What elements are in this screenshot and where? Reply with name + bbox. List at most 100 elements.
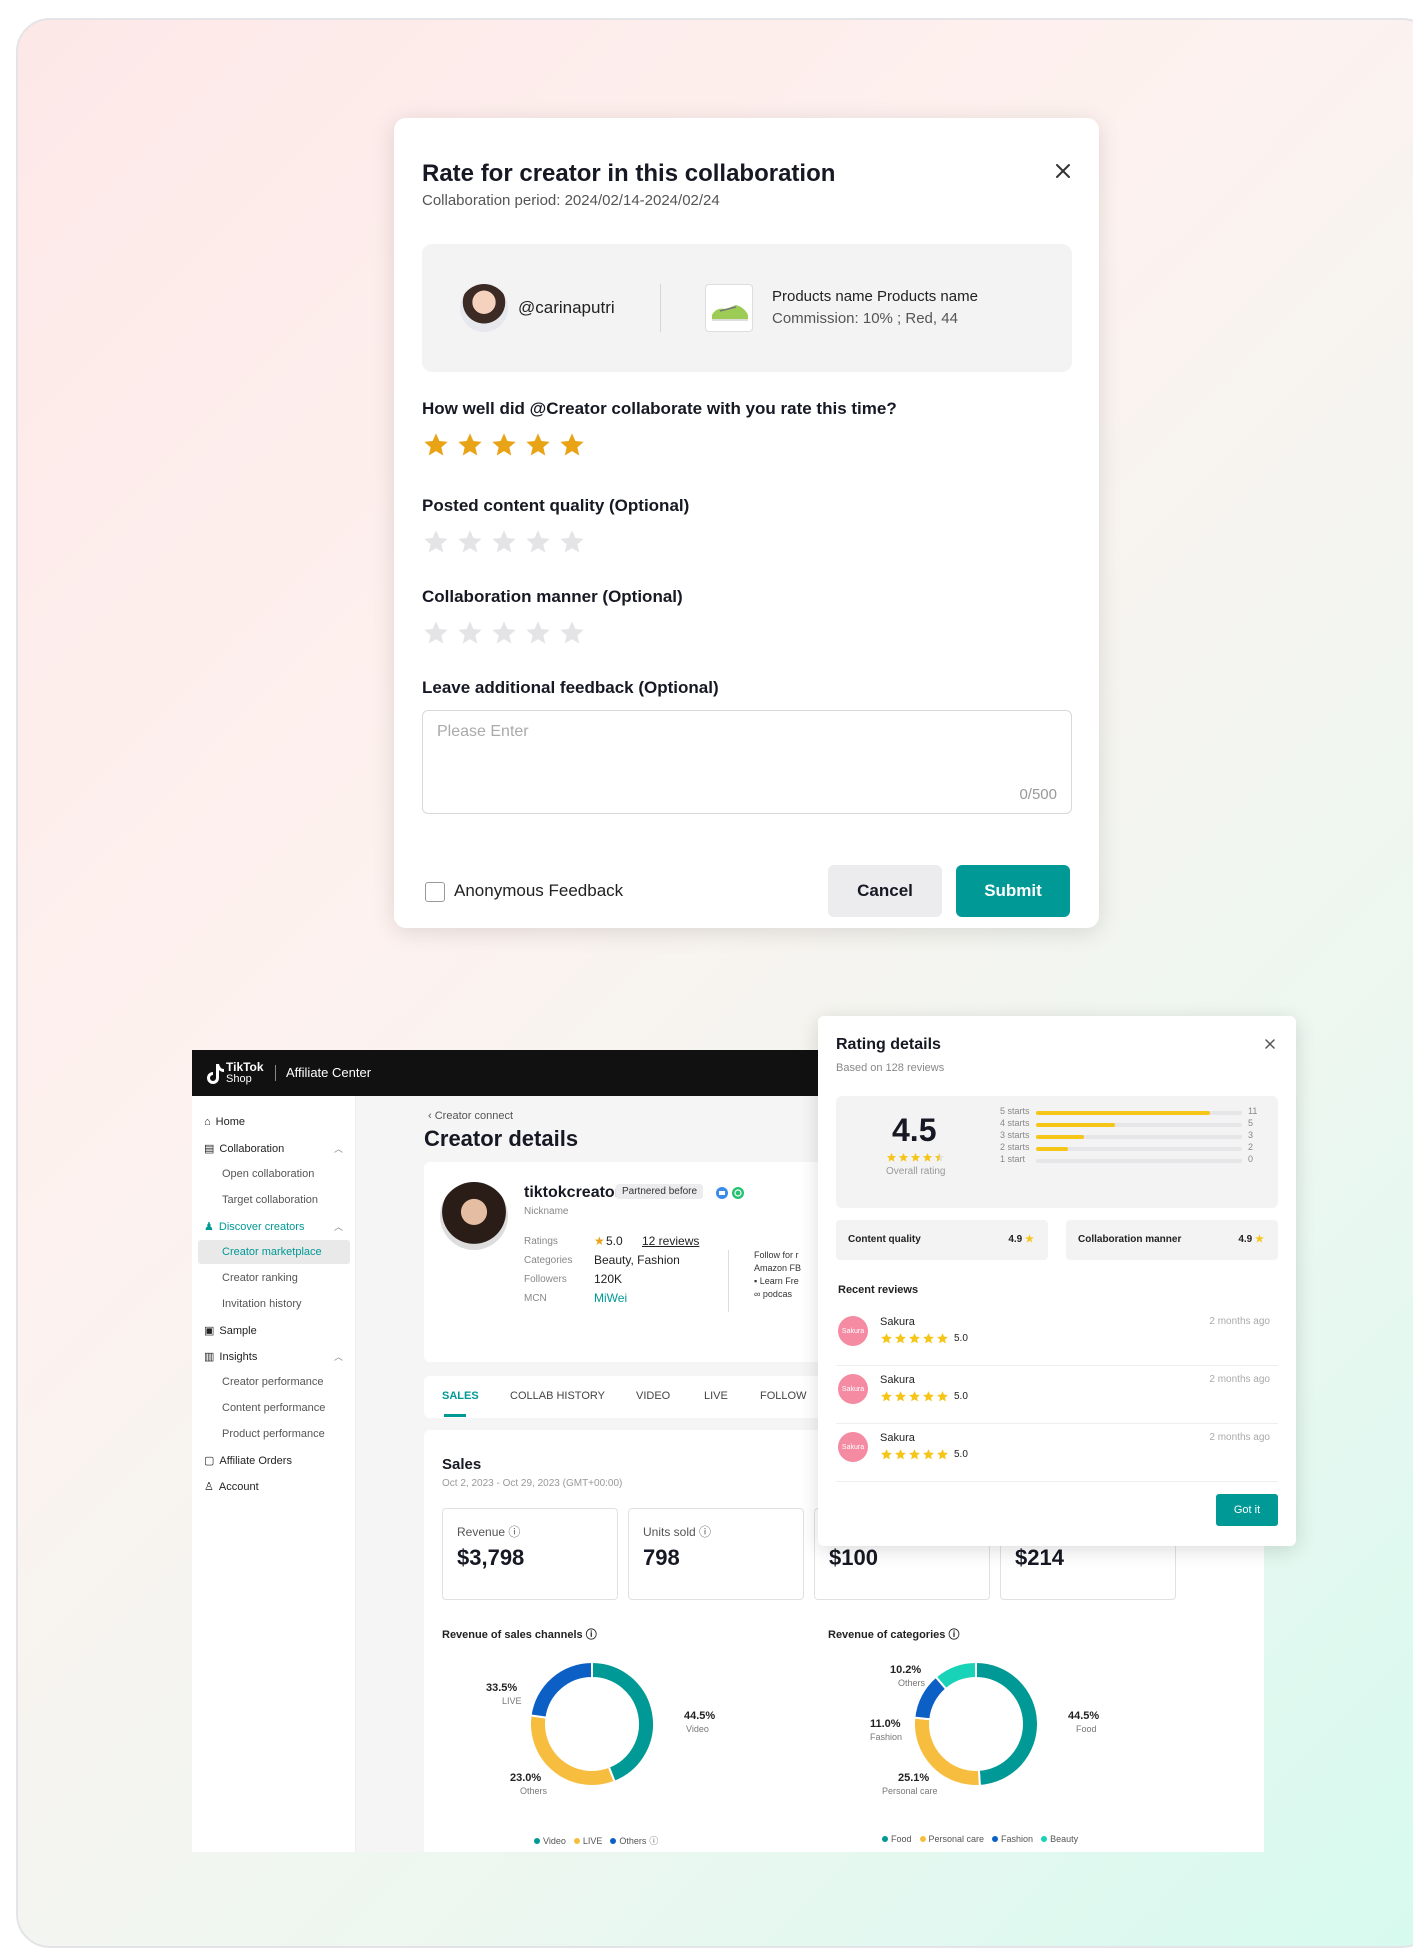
star-shape [881,1449,892,1460]
popup-title: Rating details [836,1036,941,1053]
star-icon[interactable] [456,431,484,459]
star-shape [458,621,482,644]
legend-item[interactable]: Others ⓘ [610,1834,658,1847]
sidebar-item-home[interactable]: ⌂ Home [204,1116,245,1128]
star-shape [526,433,550,456]
sidebar-item-invitation-history[interactable]: Invitation history [222,1298,301,1310]
donut-slice[interactable] [591,1660,655,1784]
legend-item[interactable]: LIVE [573,1834,602,1847]
overall-rating-stars[interactable] [422,431,586,459]
star-icon[interactable] [524,431,552,459]
followers-value: 120K [594,1272,623,1286]
slice-label: 11.0% [870,1718,901,1730]
star-icon[interactable] [422,431,450,459]
contact-icons[interactable] [716,1186,746,1200]
person-icon: ♙ [204,1481,214,1493]
legend-item[interactable]: Food [882,1834,912,1844]
star-shape [923,1333,934,1344]
legend-label: Video [543,1835,566,1846]
help-icon[interactable]: ⓘ [508,1525,520,1539]
sidebar-item-creator-performance[interactable]: Creator performance [222,1376,324,1388]
star-icon: ★ [1255,1234,1264,1245]
sidebar-item-open-collaboration[interactable]: Open collaboration [222,1168,314,1180]
sidebar-item-discover-creators[interactable]: ♟ Discover creators [204,1220,304,1234]
star-icon[interactable] [422,528,450,556]
metric-value: $3,798 [457,1545,525,1570]
star-icon[interactable] [456,528,484,556]
slice-name: Others [520,1786,548,1796]
star-icon[interactable] [558,528,586,556]
metric-label-text: Revenue [457,1525,506,1539]
star-icon[interactable] [558,431,586,459]
quality-rating-stars[interactable] [422,528,586,556]
feedback-textarea[interactable]: Please Enter 0/500 [422,710,1072,814]
sidebar-item-affiliate-orders[interactable]: ▢ Affiliate Orders [204,1454,292,1468]
sidebar-item-target-collaboration[interactable]: Target collaboration [222,1194,318,1206]
legend-item[interactable]: Fashion [992,1834,1033,1844]
star-icon[interactable] [524,619,552,647]
overall-stars [886,1152,945,1163]
legend-dot [1041,1836,1048,1842]
legend-item[interactable]: Video [534,1834,566,1847]
bar-count: 5 [1248,1118,1254,1128]
star-icon[interactable] [456,619,484,647]
sidebar-item-product-performance[interactable]: Product performance [222,1428,325,1440]
star-icon[interactable] [490,619,518,647]
active-tab-indicator [444,1414,466,1417]
sidebar-item-insights[interactable]: ▥ Insights [204,1350,257,1364]
submit-button[interactable]: Submit [956,865,1070,917]
tab-live[interactable]: LIVE [704,1390,728,1402]
cancel-button[interactable]: Cancel [828,865,942,917]
tab-sales[interactable]: SALES [442,1390,479,1402]
review-score: 5.0 [954,1391,968,1402]
tab-collab-history[interactable]: COLLAB HISTORY [510,1390,605,1402]
sidebar-item-content-performance[interactable]: Content performance [222,1402,325,1414]
got-it-button[interactable]: Got it [1216,1494,1278,1526]
donut-slice[interactable] [529,1714,616,1787]
tab-video[interactable]: VIDEO [636,1390,670,1402]
sidebar-item-label: Home [215,1116,245,1128]
sales-date-range: Oct 2, 2023 - Oct 29, 2023 (GMT+00:00) [442,1478,623,1489]
donut-slice[interactable] [975,1660,1039,1787]
help-icon[interactable]: ⓘ [699,1525,711,1539]
legend-label: Beauty [1050,1834,1079,1844]
mcn-link[interactable]: MiWei [594,1291,627,1305]
star-icon[interactable] [524,528,552,556]
categories-label: Categories [524,1255,573,1266]
manner-rating-stars[interactable] [422,619,586,647]
sidebar-item-sample[interactable]: ▣ Sample [204,1324,257,1338]
star-icon[interactable] [490,431,518,459]
star-icon[interactable] [558,619,586,647]
anonymous-checkbox[interactable] [425,882,445,902]
sidebar-item-account[interactable]: ♙ Account [204,1480,259,1494]
metric-label: Revenue ⓘ [457,1523,520,1540]
star-icon [909,1449,920,1460]
sidebar-item-creator-ranking[interactable]: Creator ranking [222,1272,298,1284]
legend-item[interactable]: Beauty [1041,1834,1078,1844]
chart-legend: Food Personal care Fashion Beauty [882,1834,1078,1844]
legend-item[interactable]: Personal care [919,1834,984,1844]
chevron-up-icon[interactable]: ︿ [334,1350,343,1363]
close-icon[interactable] [1050,158,1076,184]
star-shape [424,530,448,553]
reviews-link[interactable]: 12 reviews [642,1234,699,1248]
donut-slice[interactable] [529,1660,593,1719]
metric-card: Units sold ⓘ 798 [628,1508,804,1600]
bar-fill [1036,1147,1068,1151]
chevron-up-icon[interactable]: ︿ [334,1142,343,1155]
sidebar-item-creator-marketplace[interactable]: Creator marketplace [222,1246,322,1258]
donut-slice[interactable] [934,1660,977,1691]
background-frame: Rate for creator in this collaboration C… [16,18,1413,1948]
star-icon[interactable] [422,619,450,647]
tab-follow[interactable]: FOLLOW [760,1390,806,1402]
close-icon[interactable] [1262,1036,1278,1052]
help-icon[interactable]: ⓘ [649,1834,658,1847]
breadcrumb[interactable]: ‹ Creator connect [428,1110,513,1122]
bar-label: 2 starts [1000,1142,1030,1152]
sales-title: Sales [442,1456,482,1473]
star-icon [881,1449,892,1460]
star-icon[interactable] [490,528,518,556]
sidebar-item-collaboration[interactable]: ▤ Collaboration [204,1142,284,1156]
chevron-up-icon[interactable]: ︿ [334,1220,343,1233]
receipt-icon: ▢ [204,1455,215,1467]
